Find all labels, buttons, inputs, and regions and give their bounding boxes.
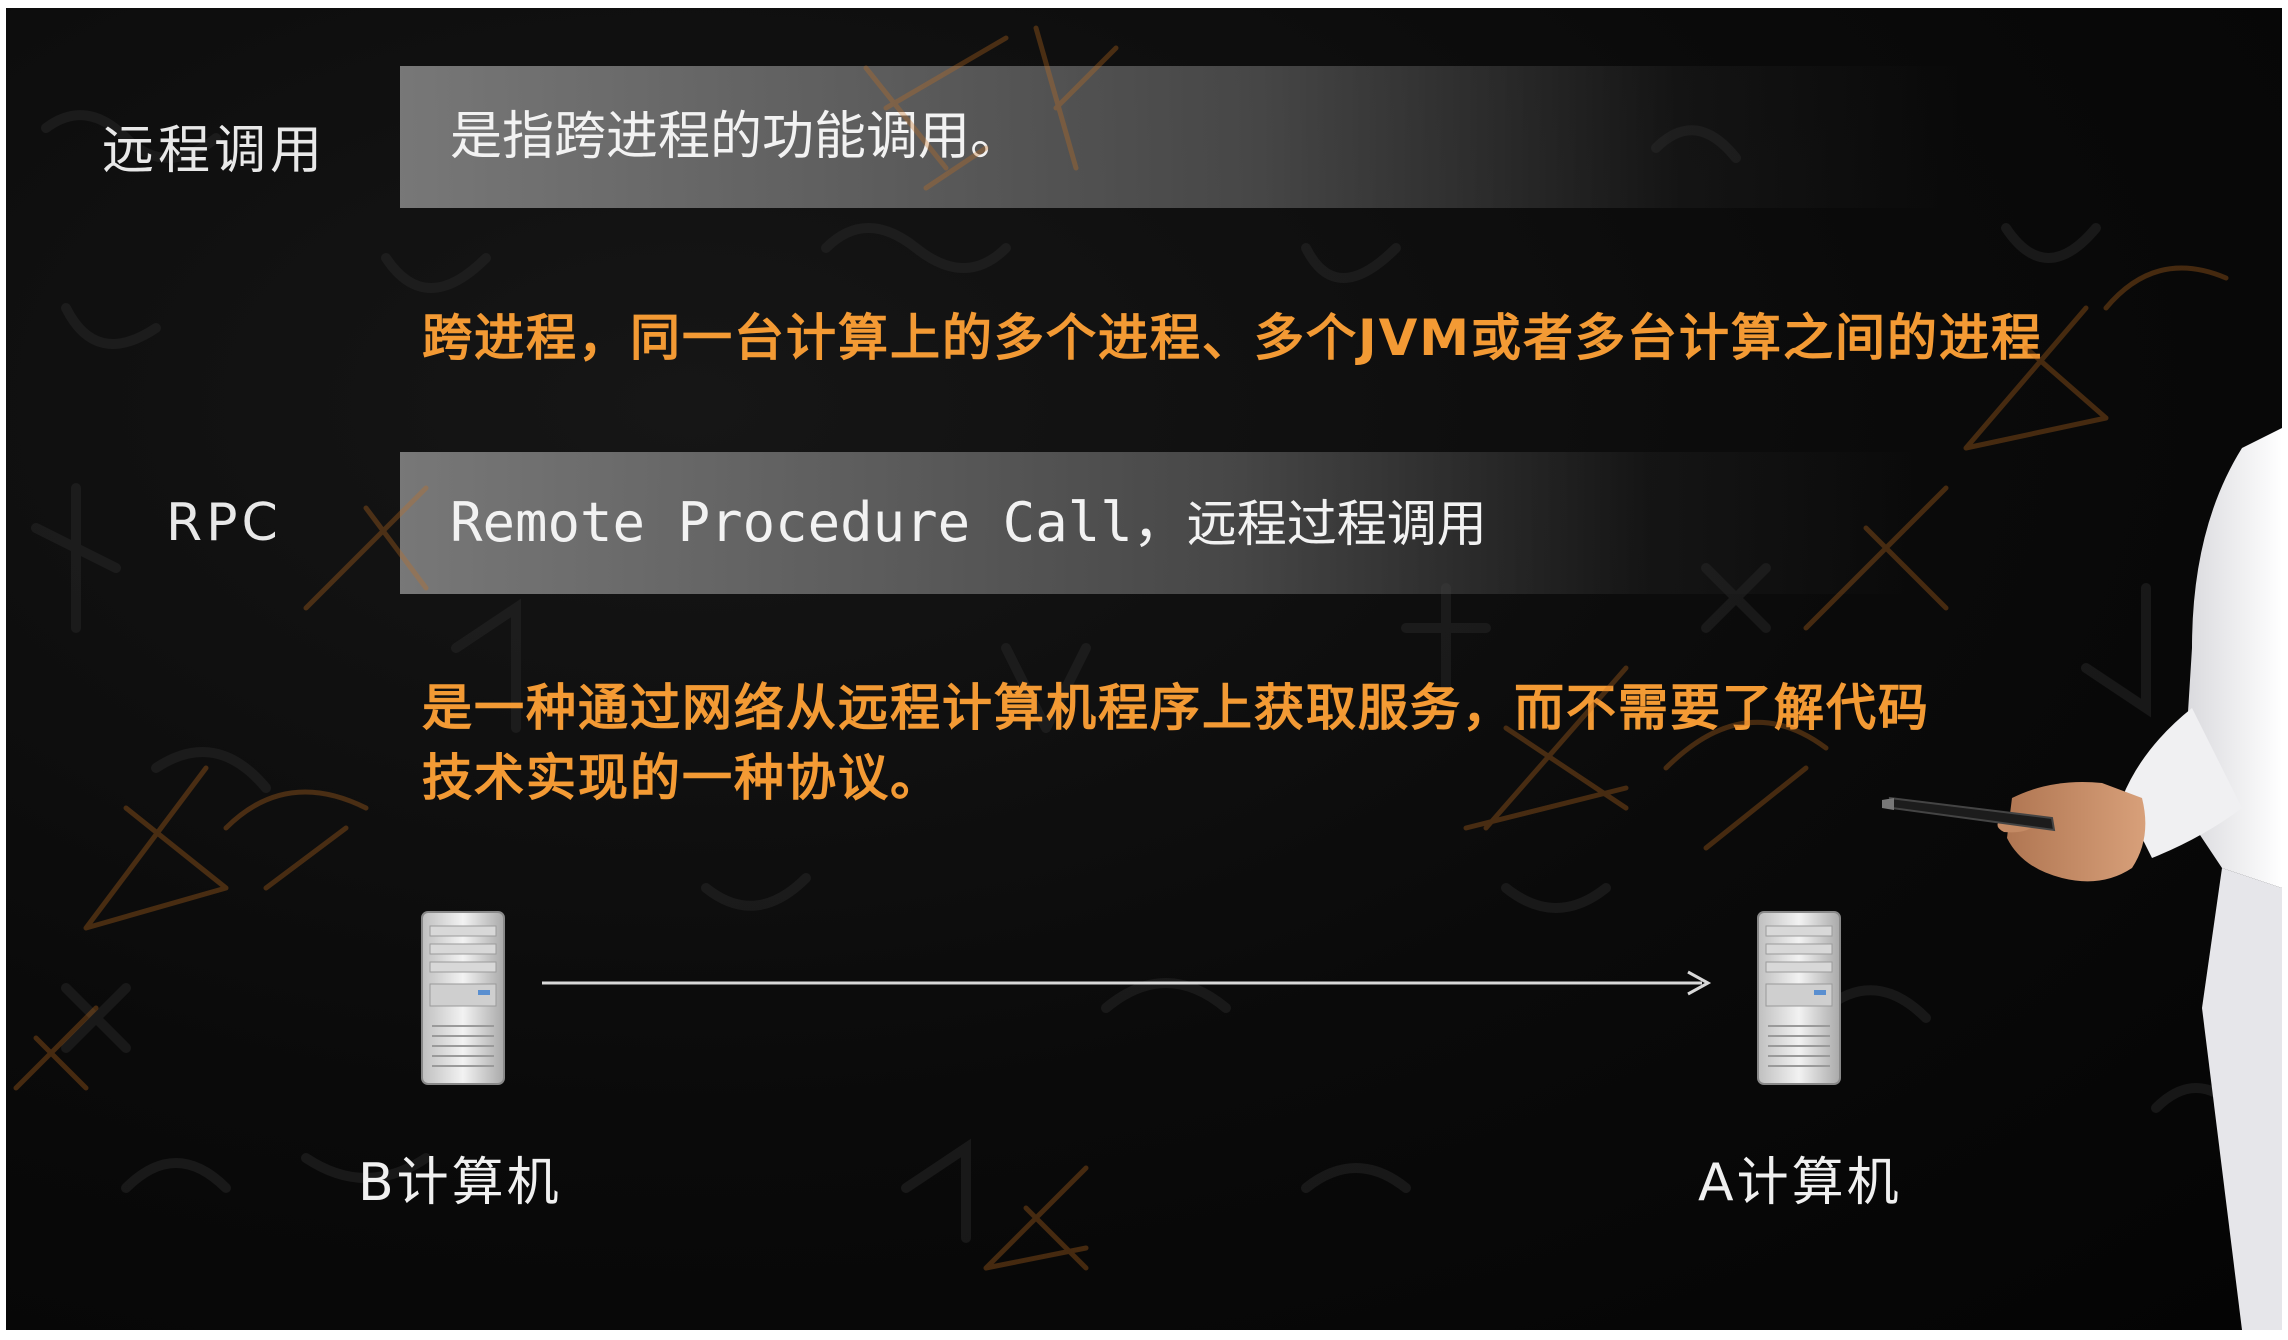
presenter-figure	[1882, 428, 2282, 1330]
rpc-expansion: Remote Procedure Call，	[450, 491, 1187, 554]
server-icon	[421, 911, 505, 1085]
term-label-rpc: RPC	[166, 493, 282, 553]
note-rpc-line-2: 技术实现的一种协议。	[422, 749, 942, 807]
note-rpc-line-1: 是一种通过网络从远程计算机程序上获取服务，而不需要了解代码	[422, 679, 1930, 737]
definition-bar-rpc: Remote Procedure Call，远程过程调用	[400, 452, 1920, 594]
rpc-chinese-name: 远程过程调用	[1186, 495, 1487, 553]
definition-text-remote-call: 是指跨进程的功能调用。	[450, 107, 1023, 167]
slide: 远程调用 是指跨进程的功能调用。 跨进程，同一台计算上的多个进程、多个JVM或者…	[6, 8, 2282, 1330]
definition-text-rpc: Remote Procedure Call，远程过程调用	[450, 452, 1487, 594]
computer-label-b: B计算机	[358, 1153, 562, 1213]
term-label-remote-call: 远程调用	[102, 121, 327, 181]
arrow-right-icon	[542, 970, 1712, 996]
